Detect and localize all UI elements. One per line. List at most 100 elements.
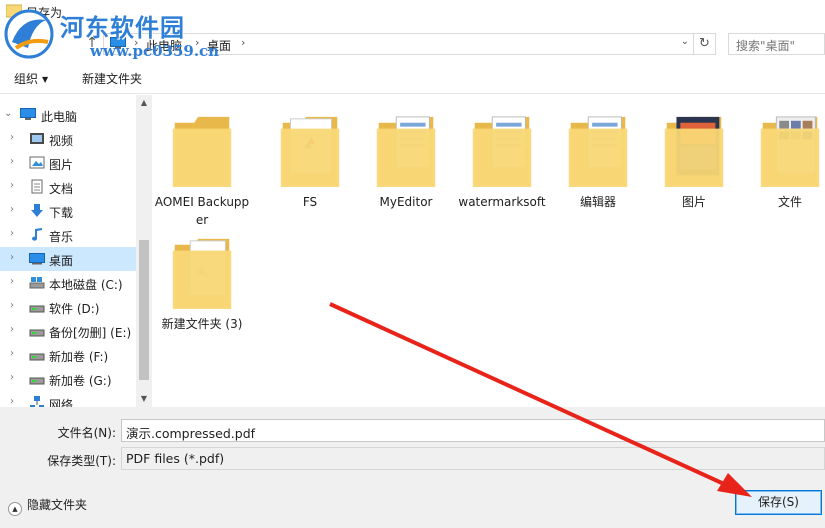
filename-input[interactable]: 演示.compressed.pdf [121, 419, 825, 442]
title-bar: 另存为 [0, 0, 825, 26]
nav-item[interactable]: › 软件 (D:) [0, 295, 136, 319]
breadcrumb-this-pc[interactable]: 此电脑 [146, 37, 182, 54]
scroll-up-icon[interactable]: ▲ [136, 95, 152, 111]
chevron-right-icon[interactable]: › [10, 180, 20, 191]
chevron-right-icon[interactable]: › [241, 36, 245, 49]
breadcrumb-desktop[interactable]: 桌面 [207, 37, 231, 54]
nav-item-label: 本地磁盘 (C:) [49, 278, 123, 292]
address-row: ↑ › 此电脑 › 桌面 › ⌄ ↻ 搜索"桌面" [0, 28, 825, 60]
computer-icon [110, 37, 126, 49]
refresh-button[interactable]: ↻ [694, 33, 716, 55]
up-arrow-icon[interactable]: ↑ [84, 34, 100, 52]
nav-item[interactable]: › 桌面 [0, 247, 136, 271]
nav-item[interactable]: › 视频 [0, 127, 136, 151]
chevron-right-icon[interactable]: › [10, 300, 20, 311]
folder-item[interactable]: 编辑器 [550, 103, 646, 223]
window-title: 另存为 [26, 6, 63, 20]
new-folder-button[interactable]: 新建文件夹 [82, 70, 142, 87]
chevron-right-icon[interactable]: › [10, 276, 20, 287]
folder-label: 文件 [777, 195, 802, 209]
music-icon [29, 227, 45, 242]
chevron-right-icon[interactable]: › [10, 132, 20, 143]
folder-icon [376, 113, 436, 189]
folder-label: 编辑器 [579, 195, 616, 209]
chevron-right-icon[interactable]: › [134, 36, 138, 49]
chevron-right-icon[interactable]: › [10, 252, 20, 263]
chevron-right-icon[interactable]: › [10, 228, 20, 239]
folder-label: 新建文件夹 (3) [161, 317, 243, 331]
nav-item-label: 新加卷 (G:) [49, 374, 112, 388]
drive-icon [29, 299, 45, 314]
nav-item-label: 软件 (D:) [49, 302, 100, 316]
nav-item[interactable]: › 本地磁盘 (C:) [0, 271, 136, 295]
filetype-select[interactable]: PDF files (*.pdf) [121, 447, 825, 470]
pictures-icon [29, 155, 45, 170]
chevron-right-icon[interactable]: › [10, 348, 20, 359]
chevron-right-icon[interactable]: › [10, 204, 20, 215]
hide-folders-label: 隐藏文件夹 [27, 498, 88, 512]
folder-icon [172, 113, 232, 189]
folder-item[interactable]: watermarksoft [454, 103, 550, 223]
folder-item[interactable]: 新建文件夹 (3) [154, 225, 250, 345]
search-input[interactable]: 搜索"桌面" [728, 33, 825, 55]
nav-item-label: 网络 [49, 398, 74, 407]
folder-label: watermarksoft [458, 195, 546, 209]
folder-item[interactable]: AOMEI Backupper [154, 103, 250, 227]
caret-down-icon: ▼ [42, 75, 49, 84]
drive-icon [29, 371, 45, 386]
save-button[interactable]: 保存(S) [735, 490, 822, 515]
folder-label: 图片 [681, 195, 706, 209]
chevron-right-icon[interactable]: › [10, 156, 20, 167]
folder-item[interactable]: FS [262, 103, 358, 223]
system-drive-icon [29, 275, 45, 290]
nav-item[interactable]: › 新加卷 (G:) [0, 367, 136, 391]
refresh-icon: ↻ [699, 36, 710, 51]
address-bar[interactable]: › 此电脑 › 桌面 › ⌄ [103, 33, 694, 55]
documents-icon [29, 179, 45, 194]
nav-item-label: 视频 [49, 134, 74, 148]
network-icon [29, 395, 45, 407]
desktop-icon [29, 251, 45, 266]
organize-menu[interactable]: 组织 ▼ [14, 70, 48, 87]
computer-icon [20, 107, 36, 122]
chevron-down-icon[interactable]: ⌄ [681, 36, 689, 47]
folder-item[interactable]: 图片 [646, 103, 742, 223]
chevron-right-icon[interactable]: › [10, 372, 20, 383]
organize-label: 组织 [14, 72, 39, 86]
nav-item-label: 图片 [49, 158, 74, 172]
folder-icon [664, 113, 724, 189]
drive-icon [29, 323, 45, 338]
nav-item[interactable]: › 新加卷 (F:) [0, 343, 136, 367]
chevron-down-icon[interactable]: ⌄ [4, 108, 14, 119]
nav-item[interactable]: › 音乐 [0, 223, 136, 247]
folder-label: AOMEI Backupper [154, 195, 250, 227]
scroll-down-icon[interactable]: ▼ [136, 391, 152, 407]
save-form: 文件名(N): 演示.compressed.pdf 保存类型(T): PDF f… [0, 407, 825, 528]
folder-icon [568, 113, 628, 189]
hide-folders-toggle[interactable]: ▲ 隐藏文件夹 [8, 496, 87, 516]
nav-item[interactable]: › 下载 [0, 199, 136, 223]
video-icon [29, 131, 45, 146]
folder-item[interactable]: 文件 [742, 103, 825, 223]
folder-item[interactable]: MyEditor [358, 103, 454, 223]
nav-item[interactable]: › 网络 [0, 391, 136, 407]
scroll-thumb[interactable] [139, 240, 149, 380]
folder-icon [472, 113, 532, 189]
nav-item[interactable]: › 文档 [0, 175, 136, 199]
navigation-pane: ⌄ 此电脑 › 视频 › 图片 › 文档 › 下载 › 音乐 › 桌面 › 本地磁盘 (C:) › 软件 (D:)… [0, 95, 152, 407]
nav-scrollbar[interactable]: ▲ ▼ [136, 95, 152, 407]
nav-item-label: 文档 [49, 182, 74, 196]
folder-icon [172, 235, 232, 311]
nav-item[interactable]: › 备份[勿删] (E:) [0, 319, 136, 343]
nav-item-label: 此电脑 [41, 110, 78, 124]
nav-item-label: 下载 [49, 206, 74, 220]
nav-item-label: 桌面 [49, 254, 74, 268]
chevron-right-icon[interactable]: › [195, 36, 199, 49]
nav-item[interactable]: ⌄ 此电脑 [0, 103, 136, 127]
nav-item-label: 音乐 [49, 230, 74, 244]
chevron-right-icon[interactable]: › [10, 396, 20, 407]
nav-item[interactable]: › 图片 [0, 151, 136, 175]
nav-item-label: 新加卷 (F:) [49, 350, 109, 364]
toolbar: 组织 ▼ 新建文件夹 [0, 62, 825, 94]
chevron-right-icon[interactable]: › [10, 324, 20, 335]
